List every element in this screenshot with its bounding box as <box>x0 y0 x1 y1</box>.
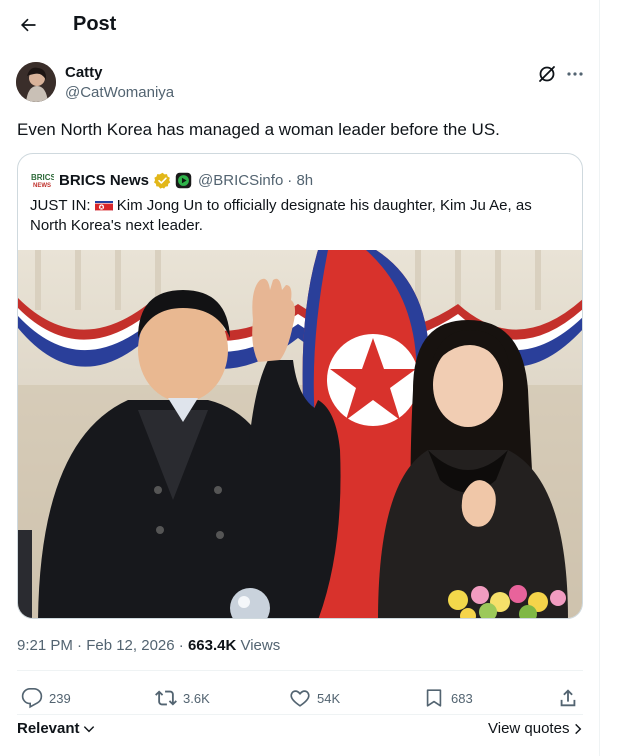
post-author: Catty @CatWomaniya <box>16 62 584 106</box>
quoted-post-time[interactable]: · 8h <box>287 172 313 189</box>
verified-badge-icon <box>154 172 171 189</box>
bookmark-icon <box>426 689 442 707</box>
like-button[interactable]: 54K <box>289 684 340 712</box>
quoted-post-photo[interactable] <box>18 250 582 618</box>
tweet-text: Even North Korea has managed a woman lea… <box>17 120 500 139</box>
quoted-author-handle[interactable]: @BRICSinfo <box>198 172 283 189</box>
chevron-down-icon <box>83 725 94 732</box>
quoted-post-text: JUST IN: Kim Jong Un to officially desig… <box>30 196 570 236</box>
reply-icon <box>21 688 43 709</box>
sort-label: Relevant <box>17 720 80 737</box>
view-quotes-label: View quotes <box>488 720 570 737</box>
post-timestamp[interactable]: 9:21 PM · Feb 12, 2026 · <box>17 637 188 654</box>
quoted-author-name[interactable]: BRICS News <box>59 172 149 189</box>
quoted-post[interactable]: BRICS NEWS BRICS News @BRICSinfo · 8h JU… <box>17 153 583 619</box>
heart-icon <box>290 690 310 707</box>
post-page: Post Catty @CatWomaniya Even North Korea… <box>0 0 600 756</box>
reply-button[interactable]: 239 <box>21 684 71 712</box>
more-options-icon[interactable] <box>564 63 586 85</box>
svg-text:BRICS: BRICS <box>31 173 54 182</box>
author-handle[interactable]: @CatWomaniya <box>65 84 174 101</box>
avatar[interactable] <box>16 62 56 102</box>
affiliate-badge-icon <box>175 172 192 188</box>
repost-button[interactable]: 3.6K <box>155 684 210 712</box>
action-bar: 239 3.6K 54K 683 <box>17 684 583 712</box>
bookmark-button[interactable]: 683 <box>423 684 473 712</box>
view-quotes-link[interactable]: View quotes <box>488 720 585 737</box>
chevron-right-icon <box>575 723 582 734</box>
reply-count: 239 <box>49 690 71 706</box>
north-korea-flag-icon <box>94 199 113 211</box>
post-meta: 9:21 PM · Feb 12, 2026 · 663.4K Views <box>17 637 280 654</box>
page-title: Post <box>73 13 117 35</box>
like-count: 54K <box>317 690 341 706</box>
views-count: 663.4K <box>187 637 237 654</box>
share-icon <box>560 689 576 707</box>
header: Post <box>0 0 600 50</box>
views-label: Views <box>236 637 281 654</box>
repost-count: 3.6K <box>183 690 210 706</box>
grok-icon[interactable] <box>536 63 558 85</box>
back-arrow-icon[interactable] <box>14 11 42 39</box>
bookmark-count: 683 <box>451 690 473 706</box>
svg-text:NEWS: NEWS <box>33 183 51 189</box>
sort-replies-dropdown[interactable]: Relevant <box>17 720 96 737</box>
divider <box>17 670 583 671</box>
quoted-post-header: BRICS NEWS BRICS News @BRICSinfo · 8h <box>30 170 313 190</box>
quoted-post-text-prefix: JUST IN: <box>30 197 95 214</box>
divider <box>17 714 583 715</box>
author-name[interactable]: Catty <box>65 64 103 81</box>
share-button[interactable] <box>557 684 585 712</box>
brics-news-logo[interactable]: BRICS NEWS <box>30 171 57 189</box>
repost-icon <box>155 690 177 706</box>
